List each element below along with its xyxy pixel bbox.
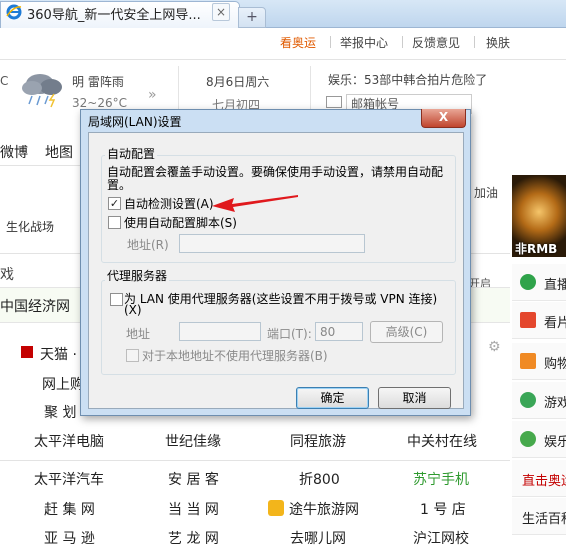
tab-close-icon[interactable]: × [212,3,230,21]
settings-gear-icon[interactable]: ⚙ [488,339,501,355]
site-link[interactable]: 亚 马 逊 [44,528,95,548]
auto-config-description-cont: 置。 [107,178,132,192]
divider [474,36,475,48]
game-link[interactable]: 生化战场 [6,218,54,235]
site-link-tmall[interactable]: 天猫 · [40,344,77,364]
cancel-button[interactable]: 取消 [378,387,451,409]
new-tab-button[interactable]: + [238,7,266,28]
nav-map[interactable]: 地图 [45,142,73,162]
thunderstorm-cloud-icon [22,74,62,108]
site-link[interactable]: 途牛旅游网 [289,499,359,519]
annotation-arrow-icon [212,195,298,212]
site-link[interactable]: 艺 龙 网 [168,528,219,548]
nav-weibo[interactable]: 微博 [0,142,28,162]
sidebar-item-games[interactable]: 游戏 [512,382,566,419]
sidebar-item-live[interactable]: 直播 [512,264,566,301]
site-link[interactable]: 1 号 店 [420,499,466,519]
smile-icon [520,431,536,447]
auto-config-description: 自动配置会覆盖手动设置。要确保使用手动设置，请禁用自动配 [107,165,444,179]
sidebar-item-entertainment[interactable]: 娱乐 [512,421,566,458]
ad-caption: 非RMB [515,242,558,256]
live-icon [520,274,536,290]
divider [0,460,510,461]
divider [402,36,403,48]
weather-more-icon[interactable]: » [148,87,157,103]
site-link[interactable]: 太平洋汽车 [34,469,104,489]
site-link-cnet[interactable]: 中国经济网 [0,296,70,316]
sidebar-item-movies[interactable]: 看片 [512,302,566,339]
tuniu-icon [268,500,284,516]
site-link-juhuasuan[interactable]: 聚 划 [44,402,76,422]
use-proxy-label[interactable]: 为 LAN 使用代理服务器(这些设置不用于拨号或 VPN 连接) [124,290,437,307]
sidebar-item-olympics[interactable]: 直击奥运 [512,460,566,497]
dialog-close-button[interactable]: X [421,109,466,128]
top-link-olympics[interactable]: 看奥运 [280,34,316,51]
top-link-report[interactable]: 举报中心 [340,34,388,51]
proxy-port-label: 端口(T): [267,327,312,341]
site-link[interactable]: 世纪佳缘 [165,431,221,451]
site-link[interactable]: 折800 [299,469,340,489]
site-link[interactable]: 太平洋电脑 [34,431,104,451]
divider [0,165,80,166]
sidebar-item-label: 娱乐 [544,435,566,450]
site-link[interactable]: 同程旅游 [290,431,346,451]
bypass-local-label[interactable]: 对于本地地址不使用代理服务器(B) [142,347,328,364]
site-link[interactable]: 中关村在线 [407,431,477,451]
sidebar-item-life[interactable]: 生活百科 [512,498,566,535]
weather-unit: C [0,74,9,88]
sidebar-item-label: 游戏 [544,396,566,411]
top-link-feedback[interactable]: 反馈意见 [412,34,460,51]
use-proxy-checkbox[interactable] [110,293,123,306]
solar-date: 8月6日周六 [206,75,270,89]
advanced-button[interactable]: 高级(C) [370,321,443,343]
shopping-bag-icon [520,353,536,369]
mail-icon [326,96,342,108]
weather-description: 明 雷阵雨 [72,75,124,89]
script-address-input[interactable] [179,234,365,253]
proxy-server-title: 代理服务器 [105,267,170,284]
site-link[interactable]: 苏宁手机 [413,469,469,489]
tab-title: 360导航_新一代安全上网导... [27,8,201,23]
script-address-label: 地址(R) [127,238,169,252]
ie-logo-icon [6,4,22,20]
games-tab[interactable]: 戏 [0,264,14,284]
site-link[interactable]: 去哪儿网 [290,528,346,548]
sidebar-item-label: 看片 [544,316,566,331]
ok-button[interactable]: 确定 [296,387,369,409]
proxy-address-input[interactable] [179,322,261,341]
sidebar-item-label: 直播 [544,278,566,293]
auto-detect-label[interactable]: 自动检测设置(A) [124,195,214,212]
auto-script-checkbox[interactable] [108,216,121,229]
gamepad-icon [520,392,536,408]
bypass-local-checkbox[interactable] [126,349,139,362]
sidebar-item-shopping[interactable]: 购物 [512,343,566,380]
proxy-port-input[interactable]: 80 [315,322,363,341]
proxy-address-label: 地址 [126,327,151,341]
sidebar-item-label: 购物 [544,357,566,372]
dialog-title: 局域网(LAN)设置 [88,115,182,129]
auto-config-title: 自动配置 [105,145,158,162]
sidebar-item-label: 生活百科 [522,512,566,527]
site-link[interactable]: 安 居 客 [168,469,219,489]
site-link-shopping[interactable]: 网上购 [42,374,84,394]
cheer-link[interactable]: 加油 [474,184,498,201]
auto-script-label[interactable]: 使用自动配置脚本(S) [124,214,237,231]
site-link[interactable]: 当 当 网 [168,499,219,519]
auto-detect-checkbox[interactable]: ✓ [108,197,121,210]
weather-temperature: 32~26°C [72,96,127,110]
video-icon [520,312,536,328]
divider [0,59,566,60]
top-link-skin[interactable]: 换肤 [486,34,510,51]
sidebar-item-label: 直击奥运 [522,474,566,489]
site-link[interactable]: 赶 集 网 [44,499,95,519]
news-headline[interactable]: 娱乐：53部中韩合拍片危险了 [328,71,487,88]
tmall-icon [21,346,33,358]
divider [330,36,331,48]
use-proxy-label-cont: (X) [124,303,142,317]
site-link[interactable]: 沪江网校 [413,528,469,548]
